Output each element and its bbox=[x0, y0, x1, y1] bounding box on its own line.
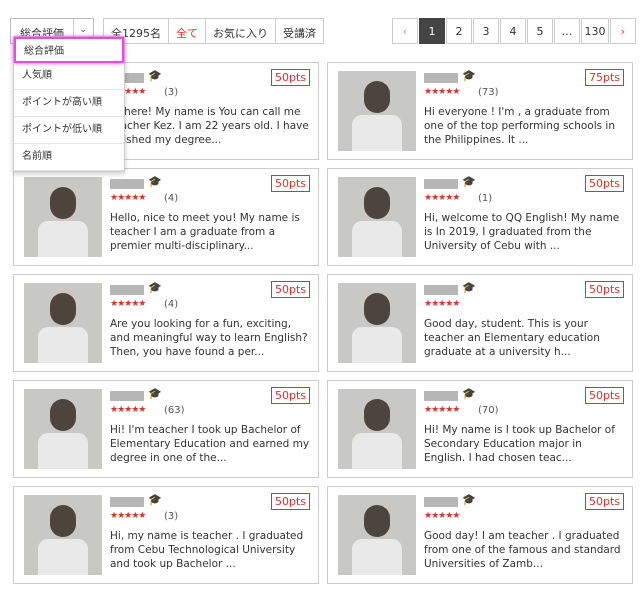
rating-stars: ★★★★★ bbox=[110, 193, 146, 203]
graduate-cap-icon: 🎓 bbox=[148, 69, 162, 82]
graduate-cap-icon: 🎓 bbox=[462, 281, 476, 294]
graduate-cap-icon: 🎓 bbox=[148, 387, 162, 400]
review-count: (63) bbox=[164, 405, 185, 416]
teacher-name-blurred bbox=[110, 391, 144, 401]
teacher-photo bbox=[24, 389, 102, 469]
page-ellipsis: … bbox=[554, 18, 580, 44]
teacher-name-blurred bbox=[110, 179, 144, 189]
page-5[interactable]: 5 bbox=[527, 18, 553, 44]
teacher-name-blurred bbox=[424, 497, 458, 507]
teacher-card[interactable]: 🎓 ★★★★★ (73) 75pts Hi everyone ! I'm , a… bbox=[327, 62, 633, 160]
points-badge: 50pts bbox=[584, 493, 624, 510]
points-badge: 50pts bbox=[270, 69, 310, 86]
points-badge: 75pts bbox=[584, 69, 624, 86]
next-page-button[interactable]: › bbox=[610, 18, 636, 44]
review-count: (1) bbox=[478, 193, 493, 204]
rating-stars: ★★★★★ bbox=[424, 405, 460, 415]
rating-stars: ★★★★★ bbox=[424, 299, 460, 309]
teacher-description: Hi everyone ! I'm , a graduate from one … bbox=[424, 106, 615, 146]
teacher-photo bbox=[24, 177, 102, 257]
teacher-card[interactable]: 🎓 ★★★★★ 50pts Good day! I am teacher . I… bbox=[327, 486, 633, 584]
teacher-name-blurred bbox=[110, 285, 144, 295]
review-count: (3) bbox=[164, 87, 179, 98]
rating-stars: ★★★★★ bbox=[424, 87, 460, 97]
points-badge: 50pts bbox=[584, 281, 624, 298]
teacher-description: Hi! I'm teacher I took up Bachelor of El… bbox=[110, 424, 310, 464]
teacher-description: ...there! My name is You can call me tea… bbox=[110, 106, 309, 146]
teacher-photo bbox=[338, 389, 416, 469]
teacher-name-blurred bbox=[424, 391, 458, 401]
sort-option-points-high[interactable]: ポイントが高い順 bbox=[14, 90, 124, 117]
teacher-description: Hi, my name is teacher . I graduated fro… bbox=[110, 530, 304, 570]
teacher-card[interactable]: 🎓 ★★★★★ (63) 50pts Hi! I'm teacher I too… bbox=[13, 380, 319, 478]
teacher-photo bbox=[338, 177, 416, 257]
teacher-description: Good day! I am teacher . I graduated fro… bbox=[424, 530, 621, 570]
teacher-card[interactable]: 🎓 ★★★★★ (3) 50pts Hi, my name is teacher… bbox=[13, 486, 319, 584]
teacher-description: Hi! My name is I took up Bachelor of Sec… bbox=[424, 424, 615, 464]
filter-group: 全1295名 全て お気に入り 受講済 bbox=[103, 18, 324, 44]
review-count: (3) bbox=[164, 511, 179, 522]
teacher-description: Are you looking for a fun, exciting, and… bbox=[110, 318, 308, 358]
teacher-card[interactable]: 🎓 ★★★★★ (4) 50pts Are you looking for a … bbox=[13, 274, 319, 372]
rating-stars: ★★★★★ bbox=[110, 405, 146, 415]
teacher-name-blurred bbox=[424, 285, 458, 295]
prev-page-button[interactable]: ‹ bbox=[392, 18, 418, 44]
graduate-cap-icon: 🎓 bbox=[462, 493, 476, 506]
sort-dropdown: 総合評価 人気順 ポイントが高い順 ポイントが低い順 名前順 bbox=[13, 36, 125, 172]
teacher-name-blurred bbox=[424, 73, 458, 83]
points-badge: 50pts bbox=[270, 387, 310, 404]
review-count: (4) bbox=[164, 193, 179, 204]
sort-option-points-low[interactable]: ポイントが低い順 bbox=[14, 117, 124, 144]
review-count: (70) bbox=[478, 405, 499, 416]
teacher-photo bbox=[338, 71, 416, 151]
rating-stars: ★★★★★ bbox=[110, 511, 146, 521]
rating-stars: ★★★★★ bbox=[424, 193, 460, 203]
sort-option-popular[interactable]: 人気順 bbox=[14, 63, 124, 90]
sort-option-overall[interactable]: 総合評価 bbox=[14, 37, 124, 63]
pagination: ‹ 1 2 3 4 5 … 130 › bbox=[391, 18, 636, 44]
page-1[interactable]: 1 bbox=[419, 18, 445, 44]
graduate-cap-icon: 🎓 bbox=[462, 69, 476, 82]
teacher-name-blurred bbox=[110, 497, 144, 507]
teacher-card[interactable]: 🎓 ★★★★★ (4) 50pts Hello, nice to meet yo… bbox=[13, 168, 319, 266]
teacher-description: Hello, nice to meet you! My name is teac… bbox=[110, 212, 300, 252]
teacher-description: Hi, welcome to QQ English! My name is In… bbox=[424, 212, 620, 252]
teacher-photo bbox=[24, 283, 102, 363]
points-badge: 50pts bbox=[270, 175, 310, 192]
page-2[interactable]: 2 bbox=[446, 18, 472, 44]
points-badge: 50pts bbox=[270, 281, 310, 298]
rating-stars: ★★★★★ bbox=[110, 299, 146, 309]
review-count: (73) bbox=[478, 87, 499, 98]
teacher-card[interactable]: 🎓 ★★★★★ 50pts Good day, student. This is… bbox=[327, 274, 633, 372]
teacher-photo bbox=[24, 495, 102, 575]
page-last[interactable]: 130 bbox=[581, 18, 609, 44]
page-3[interactable]: 3 bbox=[473, 18, 499, 44]
tab-taken[interactable]: 受講済 bbox=[276, 19, 323, 43]
points-badge: 50pts bbox=[270, 493, 310, 510]
graduate-cap-icon: 🎓 bbox=[148, 281, 162, 294]
teacher-name-blurred bbox=[424, 179, 458, 189]
points-badge: 50pts bbox=[584, 175, 624, 192]
tab-all[interactable]: 全て bbox=[169, 19, 206, 43]
points-badge: 50pts bbox=[584, 387, 624, 404]
teacher-photo bbox=[338, 495, 416, 575]
teacher-photo bbox=[338, 283, 416, 363]
graduate-cap-icon: 🎓 bbox=[462, 175, 476, 188]
graduate-cap-icon: 🎓 bbox=[148, 493, 162, 506]
sort-option-name[interactable]: 名前順 bbox=[14, 144, 124, 171]
chevron-down-icon: ⌄ bbox=[79, 24, 88, 35]
teacher-card[interactable]: 🎓 ★★★★★ (1) 50pts Hi, welcome to QQ Engl… bbox=[327, 168, 633, 266]
teacher-description: Good day, student. This is your teacher … bbox=[424, 318, 600, 358]
page-4[interactable]: 4 bbox=[500, 18, 526, 44]
tab-favorites[interactable]: お気に入り bbox=[206, 19, 276, 43]
teacher-card[interactable]: 🎓 ★★★★★ (70) 50pts Hi! My name is I took… bbox=[327, 380, 633, 478]
review-count: (4) bbox=[164, 299, 179, 310]
graduate-cap-icon: 🎓 bbox=[148, 175, 162, 188]
graduate-cap-icon: 🎓 bbox=[462, 387, 476, 400]
rating-stars: ★★★★★ bbox=[424, 511, 460, 521]
